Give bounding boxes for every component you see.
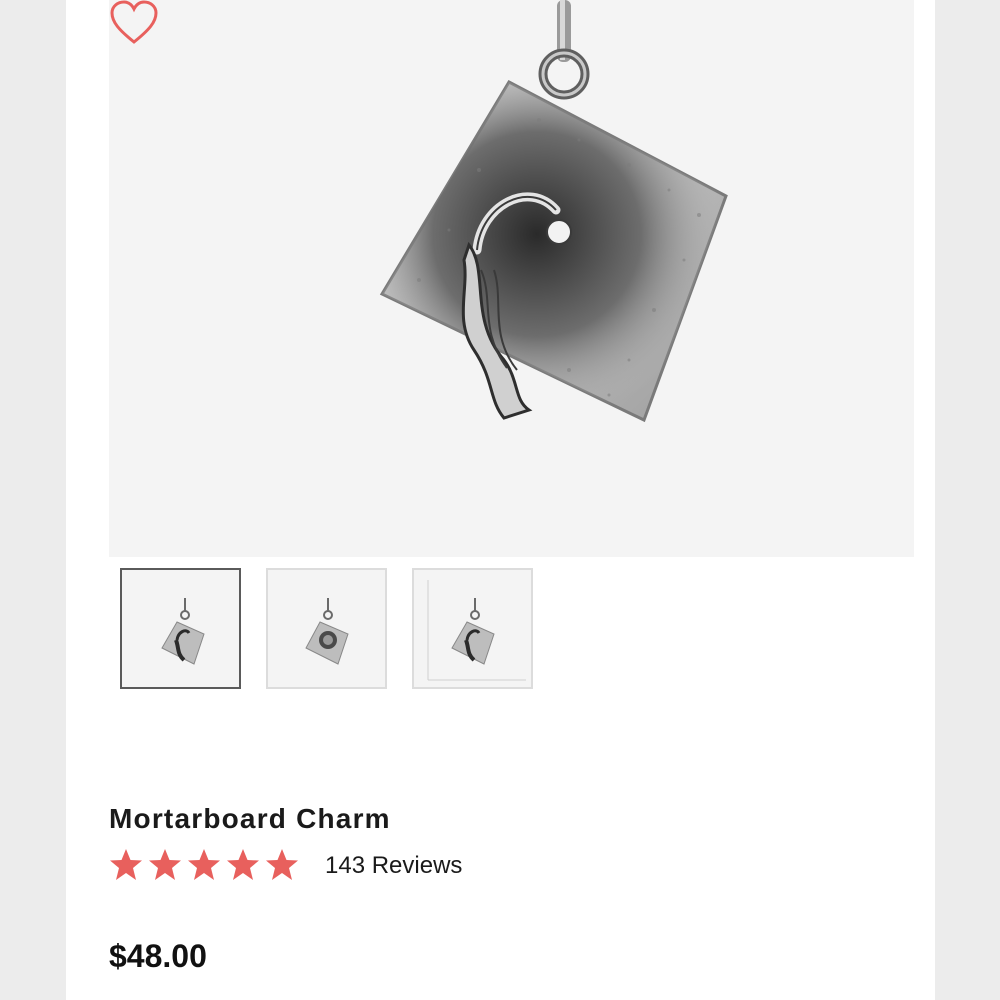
charm-back-thumbnail bbox=[305, 598, 349, 665]
star-icon bbox=[266, 849, 298, 880]
left-margin bbox=[0, 0, 66, 1000]
star-icon bbox=[188, 849, 220, 880]
charm-front-thumbnail bbox=[161, 598, 205, 665]
star-icon bbox=[110, 849, 142, 880]
product-price: $48.00 bbox=[109, 938, 207, 974]
thumbnail-size[interactable] bbox=[412, 568, 533, 689]
mortarboard-charm-photo bbox=[379, 0, 728, 423]
product-title: Mortarboard Charm bbox=[109, 803, 391, 834]
heart-outline-icon[interactable] bbox=[109, 0, 159, 46]
star-icon bbox=[227, 849, 259, 880]
thumbnail-front[interactable] bbox=[120, 568, 241, 689]
product-page: Mortarboard Charm 143 Reviews $48.00 bbox=[66, 0, 935, 1000]
right-margin bbox=[935, 0, 1000, 1000]
product-image-main[interactable] bbox=[109, 0, 914, 557]
charm-size-chart-thumbnail bbox=[427, 580, 526, 681]
star-icon bbox=[149, 849, 181, 880]
reviews-link[interactable]: 143 Reviews bbox=[325, 852, 462, 880]
thumbnail-back[interactable] bbox=[266, 568, 387, 689]
star-rating-icon bbox=[110, 849, 298, 880]
